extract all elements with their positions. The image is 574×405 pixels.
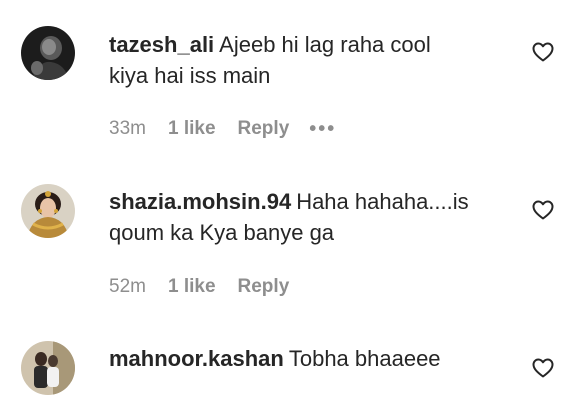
avatar[interactable] (21, 341, 75, 395)
comment-text: Ajeeb hi lag raha cool (219, 32, 431, 57)
comment-like-count[interactable]: 1 like (168, 275, 216, 299)
comment-username[interactable]: tazesh_ali (109, 32, 214, 57)
comment-timestamp[interactable]: 52m (109, 275, 146, 299)
comment-username[interactable]: shazia.mohsin.94 (109, 189, 291, 214)
comment-body: tazesh_ali Ajeeb hi lag raha cool kiya ha… (109, 29, 509, 91)
comment-body: shazia.mohsin.94 Haha hahaha....is qoum k… (109, 186, 509, 248)
heart-outline-icon[interactable] (531, 198, 555, 222)
comment-text: kiya hai iss main (109, 63, 271, 88)
comment-text: qoum ka Kya banye ga (109, 220, 335, 245)
comment-meta: 33m 1 like Reply ••• (109, 117, 336, 141)
comment-text: Haha hahaha....is (296, 189, 469, 214)
comment-text: Tobha bhaaeee (288, 346, 441, 371)
comment-body: mahnoor.kashan Tobha bhaaeee (109, 343, 509, 374)
avatar[interactable] (21, 184, 75, 238)
heart-outline-icon[interactable] (531, 356, 555, 380)
comment-like-count[interactable]: 1 like (168, 117, 216, 141)
heart-outline-icon[interactable] (531, 40, 555, 64)
reply-button[interactable]: Reply (238, 117, 290, 141)
avatar-image (21, 341, 75, 395)
avatar-image (21, 26, 75, 80)
avatar-image (21, 184, 75, 238)
comment-username[interactable]: mahnoor.kashan (109, 346, 284, 371)
avatar[interactable] (21, 26, 75, 80)
comment-timestamp[interactable]: 33m (109, 117, 146, 141)
comment-meta: 52m 1 like Reply (109, 275, 309, 299)
reply-button[interactable]: Reply (238, 275, 290, 299)
more-options-icon[interactable]: ••• (309, 117, 336, 141)
